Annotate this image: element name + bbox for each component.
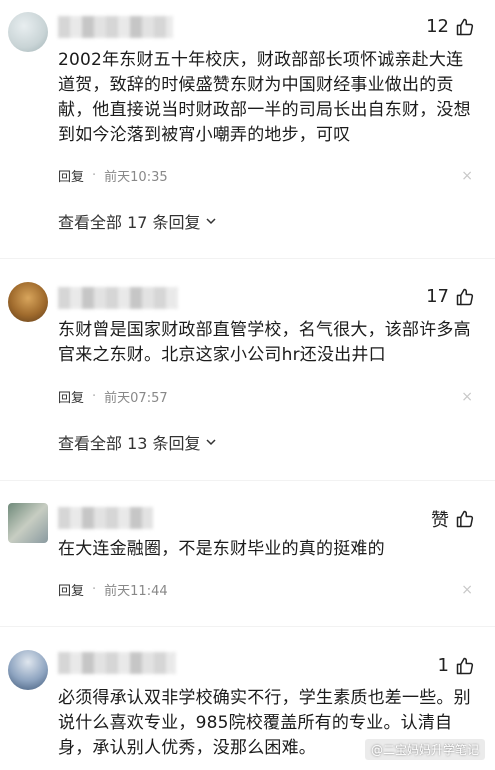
comment-text: 2002年东财五十年校庆，财政部部长项怀诚亲赴大连道贺，致辞的时候盛赞东财为中国…	[58, 50, 471, 145]
close-icon[interactable]: ×	[461, 389, 473, 405]
watermark: @二宝妈妈升学笔记	[364, 739, 485, 760]
view-replies-label: 查看全部 17 条回复	[58, 213, 201, 232]
like-button[interactable]: 赞	[431, 506, 475, 532]
divider	[0, 626, 495, 627]
separator-dot: ·	[92, 168, 97, 183]
username-blurred[interactable]	[58, 287, 178, 309]
username-blurred[interactable]	[58, 16, 173, 38]
avatar[interactable]	[8, 503, 48, 543]
comment-text: 东财曾是国家财政部直管学校，名气很大，该部许多高官来之东财。北京这家小公司hr还…	[58, 320, 471, 365]
reply-button[interactable]: 回复	[58, 166, 84, 185]
thumbs-up-icon	[456, 657, 474, 674]
timestamp: 前天10:35	[104, 170, 168, 185]
close-icon[interactable]: ×	[461, 582, 473, 598]
view-replies-link[interactable]: 查看全部 17 条回复	[58, 209, 217, 233]
reply-button[interactable]: 回复	[58, 387, 84, 406]
like-label: 赞	[431, 510, 449, 531]
view-replies-label: 查看全部 13 条回复	[58, 434, 201, 453]
username-blurred[interactable]	[58, 507, 153, 529]
separator-dot: ·	[92, 389, 97, 404]
like-count: 12	[426, 16, 449, 37]
separator-dot: ·	[92, 582, 97, 597]
username-blurred[interactable]	[58, 652, 176, 674]
comment-meta: 回复 · 前天11:44	[58, 580, 168, 599]
like-button[interactable]: 1	[438, 655, 475, 676]
avatar[interactable]	[8, 282, 48, 322]
chevron-down-icon	[206, 218, 216, 225]
avatar[interactable]	[8, 650, 48, 690]
thumbs-up-icon	[456, 18, 474, 35]
timestamp: 前天07:57	[104, 391, 168, 406]
avatar[interactable]	[8, 12, 48, 52]
view-replies-link[interactable]: 查看全部 13 条回复	[58, 430, 217, 454]
like-count: 17	[426, 286, 449, 307]
chevron-down-icon	[206, 439, 216, 446]
thumbs-up-icon	[456, 288, 474, 305]
like-button[interactable]: 17	[426, 286, 475, 307]
divider	[0, 480, 495, 481]
like-count: 1	[437, 655, 449, 676]
thumbs-up-icon	[456, 510, 474, 528]
timestamp: 前天11:44	[104, 584, 168, 599]
reply-button[interactable]: 回复	[58, 580, 84, 599]
comment-meta: 回复 · 前天10:35	[58, 166, 168, 185]
like-button[interactable]: 12	[426, 16, 475, 37]
comment-meta: 回复 · 前天07:57	[58, 387, 168, 406]
close-icon[interactable]: ×	[461, 168, 473, 184]
comment-text: 在大连金融圈，不是东财毕业的真的挺难的	[58, 539, 385, 559]
divider	[0, 258, 495, 259]
